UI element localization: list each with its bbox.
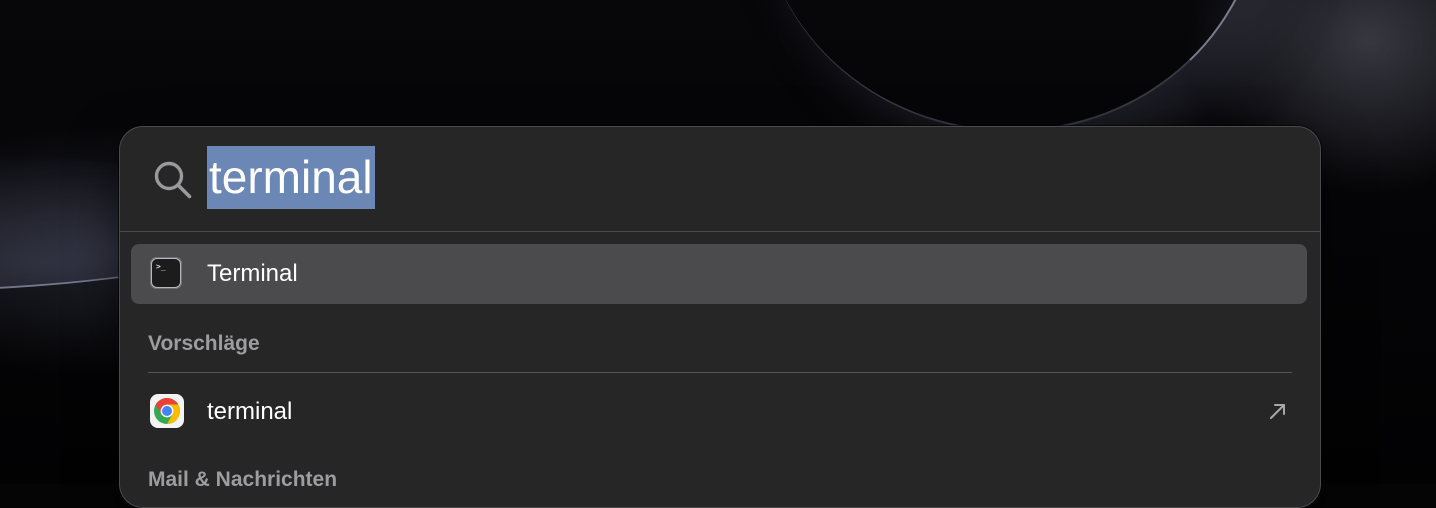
wallpaper-wave-right [760,0,1262,132]
terminal-screen: >_ [152,259,180,287]
chrome-app-icon [150,394,184,428]
arrow-up-right-icon[interactable] [1268,401,1288,421]
terminal-prompt-glyph: >_ [156,262,166,271]
section-title-suggestions: Vorschläge [148,332,260,355]
spotlight-window: terminal >_ Terminal Vorschläge terminal [119,126,1321,508]
terminal-app-icon: >_ [150,257,182,289]
section-title-mail: Mail & Nachrichten [148,468,338,491]
search-input[interactable]: terminal [207,146,375,209]
top-hit-label: Terminal [207,260,298,287]
suggestion-label: terminal [207,398,293,425]
top-hit-row[interactable]: >_ Terminal [131,244,1307,304]
search-bar: terminal [120,127,1320,232]
suggestion-row[interactable]: terminal [131,382,1307,442]
search-icon [154,161,192,199]
section-divider [148,372,1292,373]
